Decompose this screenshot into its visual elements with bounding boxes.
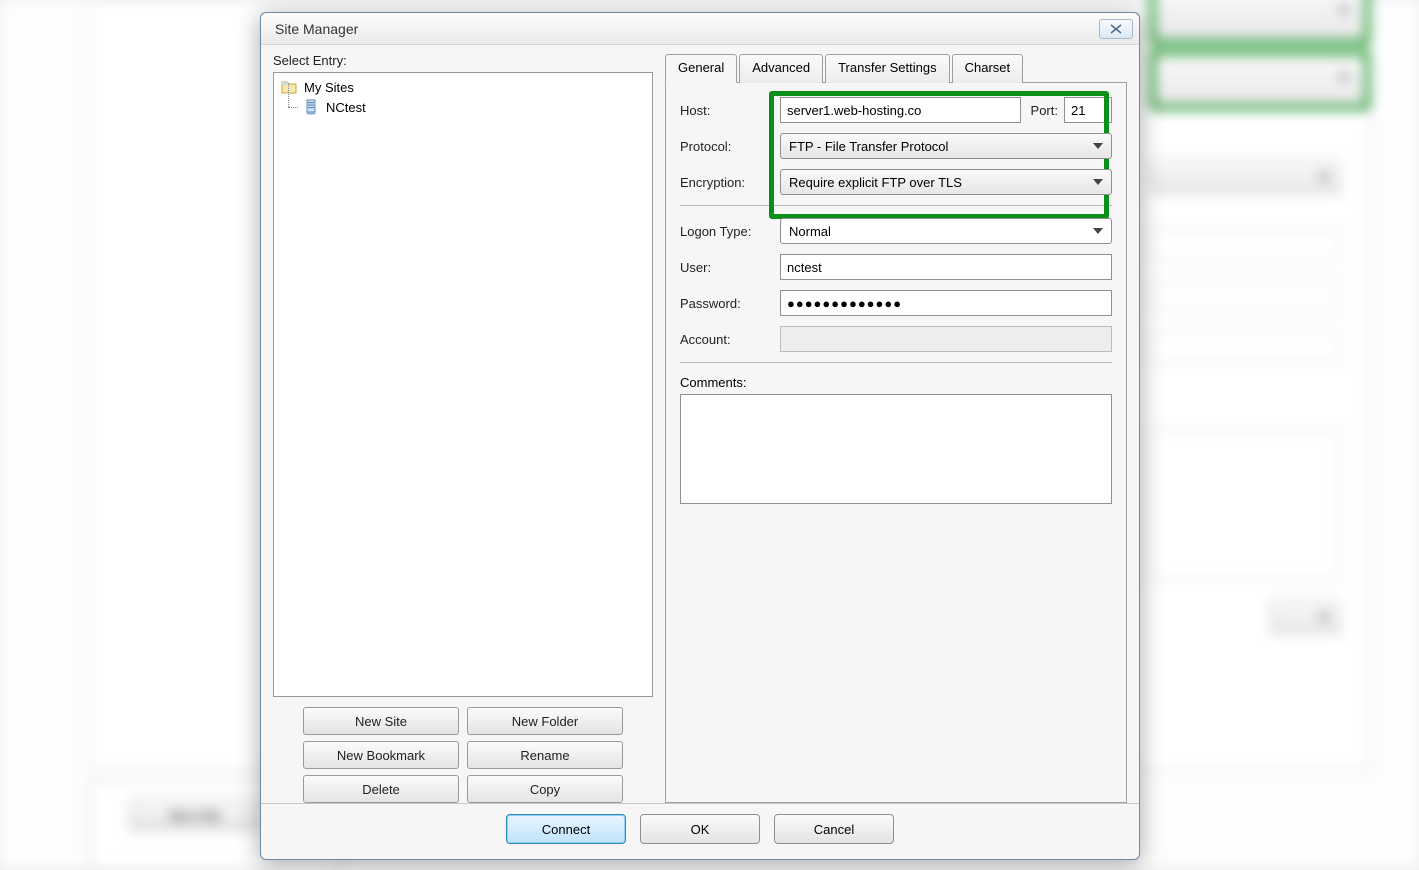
user-input[interactable]: [780, 254, 1112, 280]
tree-root[interactable]: My Sites: [280, 77, 646, 97]
new-bookmark-button[interactable]: New Bookmark: [303, 741, 459, 769]
tabstrip: General Advanced Transfer Settings Chars…: [665, 53, 1127, 83]
divider: [680, 205, 1112, 206]
encryption-select[interactable]: Require explicit FTP over TLS: [780, 169, 1112, 195]
server-icon: [302, 98, 320, 116]
right-pane: General Advanced Transfer Settings Chars…: [665, 53, 1127, 803]
account-input: [780, 326, 1112, 352]
tree-child[interactable]: NCtest: [302, 97, 646, 117]
rename-button[interactable]: Rename: [467, 741, 623, 769]
divider: [680, 362, 1112, 363]
port-input[interactable]: [1064, 97, 1112, 123]
encryption-value: Require explicit FTP over TLS: [789, 175, 962, 190]
host-input[interactable]: [780, 97, 1021, 123]
sites-tree[interactable]: My Sites NCtest: [273, 72, 653, 697]
site-manager-dialog: Site Manager Select Entry: My Sites: [260, 12, 1140, 860]
connect-button[interactable]: Connect: [506, 814, 626, 844]
dialog-footer: Connect OK Cancel: [261, 803, 1139, 856]
protocol-label: Protocol:: [680, 139, 772, 154]
select-entry-label: Select Entry:: [273, 53, 653, 68]
tree-child-label: NCtest: [326, 100, 366, 115]
tab-charset[interactable]: Charset: [952, 54, 1024, 83]
account-label: Account:: [680, 332, 772, 347]
tab-general[interactable]: General: [665, 54, 737, 83]
chevron-down-icon: [1093, 143, 1103, 149]
chevron-down-icon: [1093, 179, 1103, 185]
comments-label: Comments:: [680, 375, 746, 390]
close-icon: [1109, 24, 1123, 34]
copy-button[interactable]: Copy: [467, 775, 623, 803]
password-label: Password:: [680, 296, 772, 311]
tree-root-label: My Sites: [304, 80, 354, 95]
tab-panel-general: Host: Port: Protocol: FTP - File Transfe…: [665, 83, 1127, 803]
comments-textarea[interactable]: [680, 394, 1112, 504]
encryption-label: Encryption:: [680, 175, 772, 190]
left-buttons: New Site New Folder New Bookmark Rename …: [273, 707, 653, 803]
tab-transfer-settings[interactable]: Transfer Settings: [825, 54, 950, 83]
new-site-button[interactable]: New Site: [303, 707, 459, 735]
ok-button[interactable]: OK: [640, 814, 760, 844]
protocol-value: FTP - File Transfer Protocol: [789, 139, 948, 154]
left-pane: Select Entry: My Sites: [273, 53, 653, 803]
dialog-title: Site Manager: [275, 21, 1099, 37]
password-input[interactable]: ●●●●●●●●●●●●●: [780, 290, 1112, 316]
port-label: Port:: [1031, 103, 1058, 118]
logon-type-value: Normal: [789, 224, 831, 239]
host-label: Host:: [680, 103, 772, 118]
tab-advanced[interactable]: Advanced: [739, 54, 823, 83]
user-label: User:: [680, 260, 772, 275]
close-button[interactable]: [1099, 19, 1133, 39]
delete-button[interactable]: Delete: [303, 775, 459, 803]
protocol-select[interactable]: FTP - File Transfer Protocol: [780, 133, 1112, 159]
titlebar: Site Manager: [261, 13, 1139, 45]
chevron-down-icon: [1093, 228, 1103, 234]
logon-type-label: Logon Type:: [680, 224, 772, 239]
new-folder-button[interactable]: New Folder: [467, 707, 623, 735]
bg-new-site-button: New Site: [130, 800, 260, 830]
logon-type-select[interactable]: Normal: [780, 218, 1112, 244]
cancel-button[interactable]: Cancel: [774, 814, 894, 844]
